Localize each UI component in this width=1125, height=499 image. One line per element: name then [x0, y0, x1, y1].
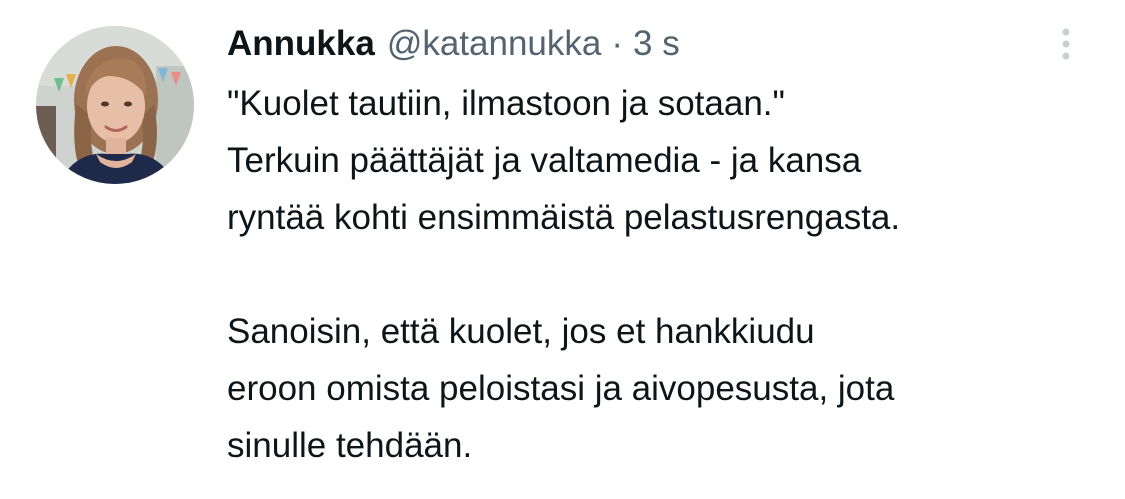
header-separator: ·: [611, 24, 624, 63]
more-options-button[interactable]: [1050, 24, 1082, 66]
avatar[interactable]: [36, 26, 194, 184]
timestamp[interactable]: 3 s: [633, 20, 680, 68]
tweet-text-line: sinulle tehdään.: [227, 426, 473, 465]
tweet[interactable]: Annukka @katannukka · 3 s "Kuolet tautii…: [0, 0, 1125, 499]
tweet-text: "Kuolet tautiin, ilmastoon ja sotaan." T…: [227, 75, 1107, 474]
tweet-text-line: eroon omista peloistasi ja aivopesusta, …: [227, 369, 895, 408]
display-name[interactable]: Annukka: [227, 20, 375, 68]
tweet-text-line: Terkuin päättäjät ja valtamedia - ja kan…: [227, 141, 862, 180]
avatar-photo: [36, 26, 194, 184]
tweet-header: Annukka @katannukka · 3 s: [227, 20, 680, 68]
tweet-text-line: "Kuolet tautiin, ilmastoon ja sotaan.": [227, 84, 785, 123]
more-vertical-icon: [1062, 28, 1070, 60]
tweet-text-line: ryntää kohti ensimmäistä pelastusrengast…: [227, 198, 901, 237]
user-handle[interactable]: @katannukka: [387, 20, 602, 68]
tweet-text-line: Sanoisin, että kuolet, jos et hankkiudu: [227, 312, 815, 351]
